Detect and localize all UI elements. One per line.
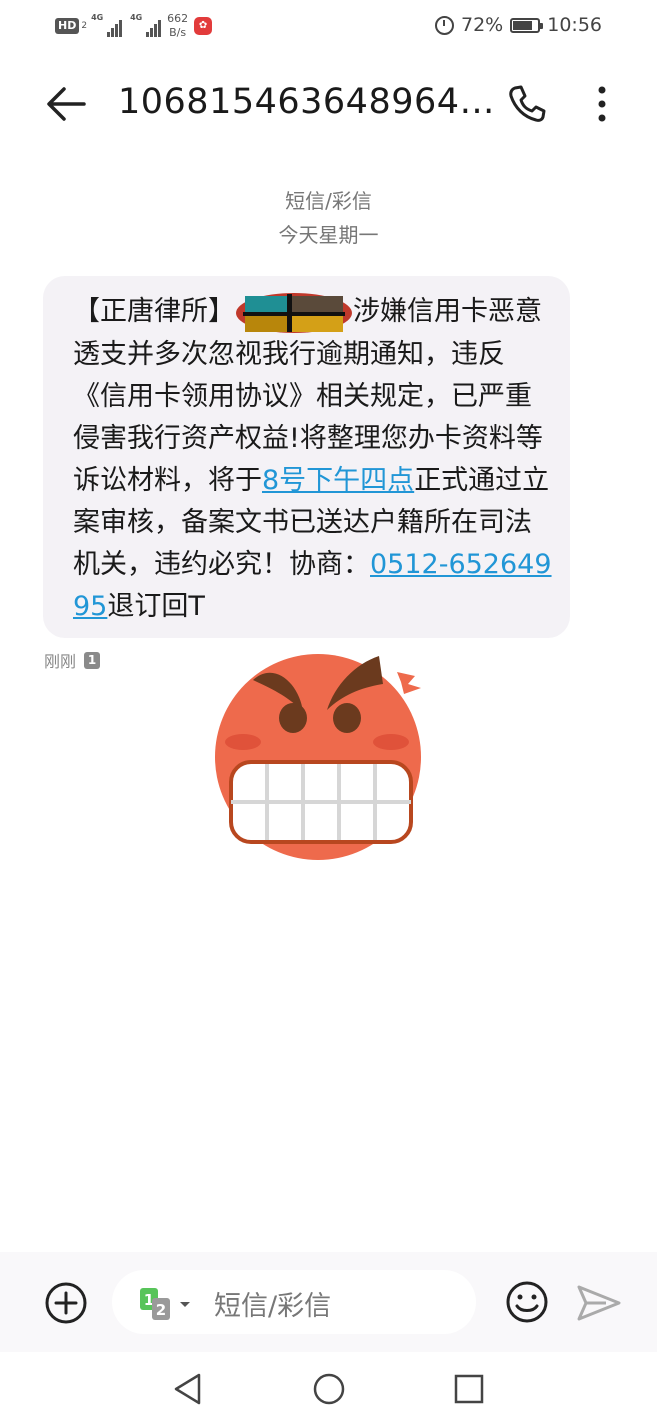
phone-icon [509,85,546,122]
battery-percent: 72% [461,14,504,36]
plus-circle-icon [45,1282,87,1324]
alarm-icon [435,15,454,35]
compose-bar: 1 2 短信/彩信 [0,1252,657,1352]
hd-voice-sub: 2 [81,21,88,31]
message-text: 【正唐律所】 涉嫌信用卡恶意透支并多次忽视我行逾期通知，违反《信用卡领用协议》相… [73,291,553,628]
nav-recent-button[interactable] [452,1372,486,1406]
status-left: HD 2 4G 4G 662 B/s ✿ [55,12,213,40]
hd-voice-icon: HD [55,18,80,34]
network-speed: 662 B/s [167,12,189,39]
more-vertical-icon [598,86,606,122]
svg-text:2: 2 [156,1301,166,1319]
conversation-header: 106815463648964… [0,60,657,146]
smiley-icon [506,1281,548,1323]
input-placeholder: 短信/彩信 [214,1291,332,1322]
redaction-mark [235,292,353,334]
nav-back-icon [174,1373,201,1405]
nav-recent-icon [454,1374,484,1404]
nav-home-icon [313,1373,345,1405]
send-button[interactable] [576,1281,622,1325]
angry-face-sticker[interactable] [205,650,435,870]
contact-title: 106815463648964… [118,82,496,122]
sim-badge: 1 [84,651,101,669]
attach-button[interactable] [44,1281,88,1325]
signal-icon-sim2: 4G [130,13,162,37]
message-timestamp: 刚刚 [44,652,77,671]
message-input[interactable]: 1 2 短信/彩信 [112,1270,476,1334]
time-link[interactable]: 8号下午四点 [262,465,414,496]
back-button[interactable] [44,82,88,126]
emoji-button[interactable] [504,1279,550,1325]
status-right: 72% 10:56 [435,14,602,36]
clock: 10:56 [547,14,602,36]
call-button[interactable] [505,82,549,126]
signal-icon-sim1: 4G [91,13,123,37]
message-meta: 刚刚 1 [44,648,101,672]
battery-icon [510,17,544,33]
message-type-label: 短信/彩信 [285,189,372,213]
send-icon [577,1285,621,1321]
arrow-left-icon [47,87,86,121]
status-bar: HD 2 4G 4G 662 B/s ✿ 72% 10:56 [0,0,657,52]
date-divider: 今天星期一 [278,223,379,247]
nav-back-button[interactable] [172,1372,204,1406]
angry-face-icon [215,654,421,860]
sim-card-icon: 1 2 [140,1288,190,1320]
system-nav-bar [0,1352,657,1425]
message-bubble[interactable]: 【正唐律所】 涉嫌信用卡恶意透支并多次忽视我行逾期通知，违反《信用卡领用协议》相… [43,276,570,638]
nav-home-button[interactable] [312,1372,346,1406]
app-notification-icon: ✿ [194,17,213,35]
sim-selector[interactable]: 1 2 [140,1286,196,1320]
more-button[interactable] [586,84,618,124]
